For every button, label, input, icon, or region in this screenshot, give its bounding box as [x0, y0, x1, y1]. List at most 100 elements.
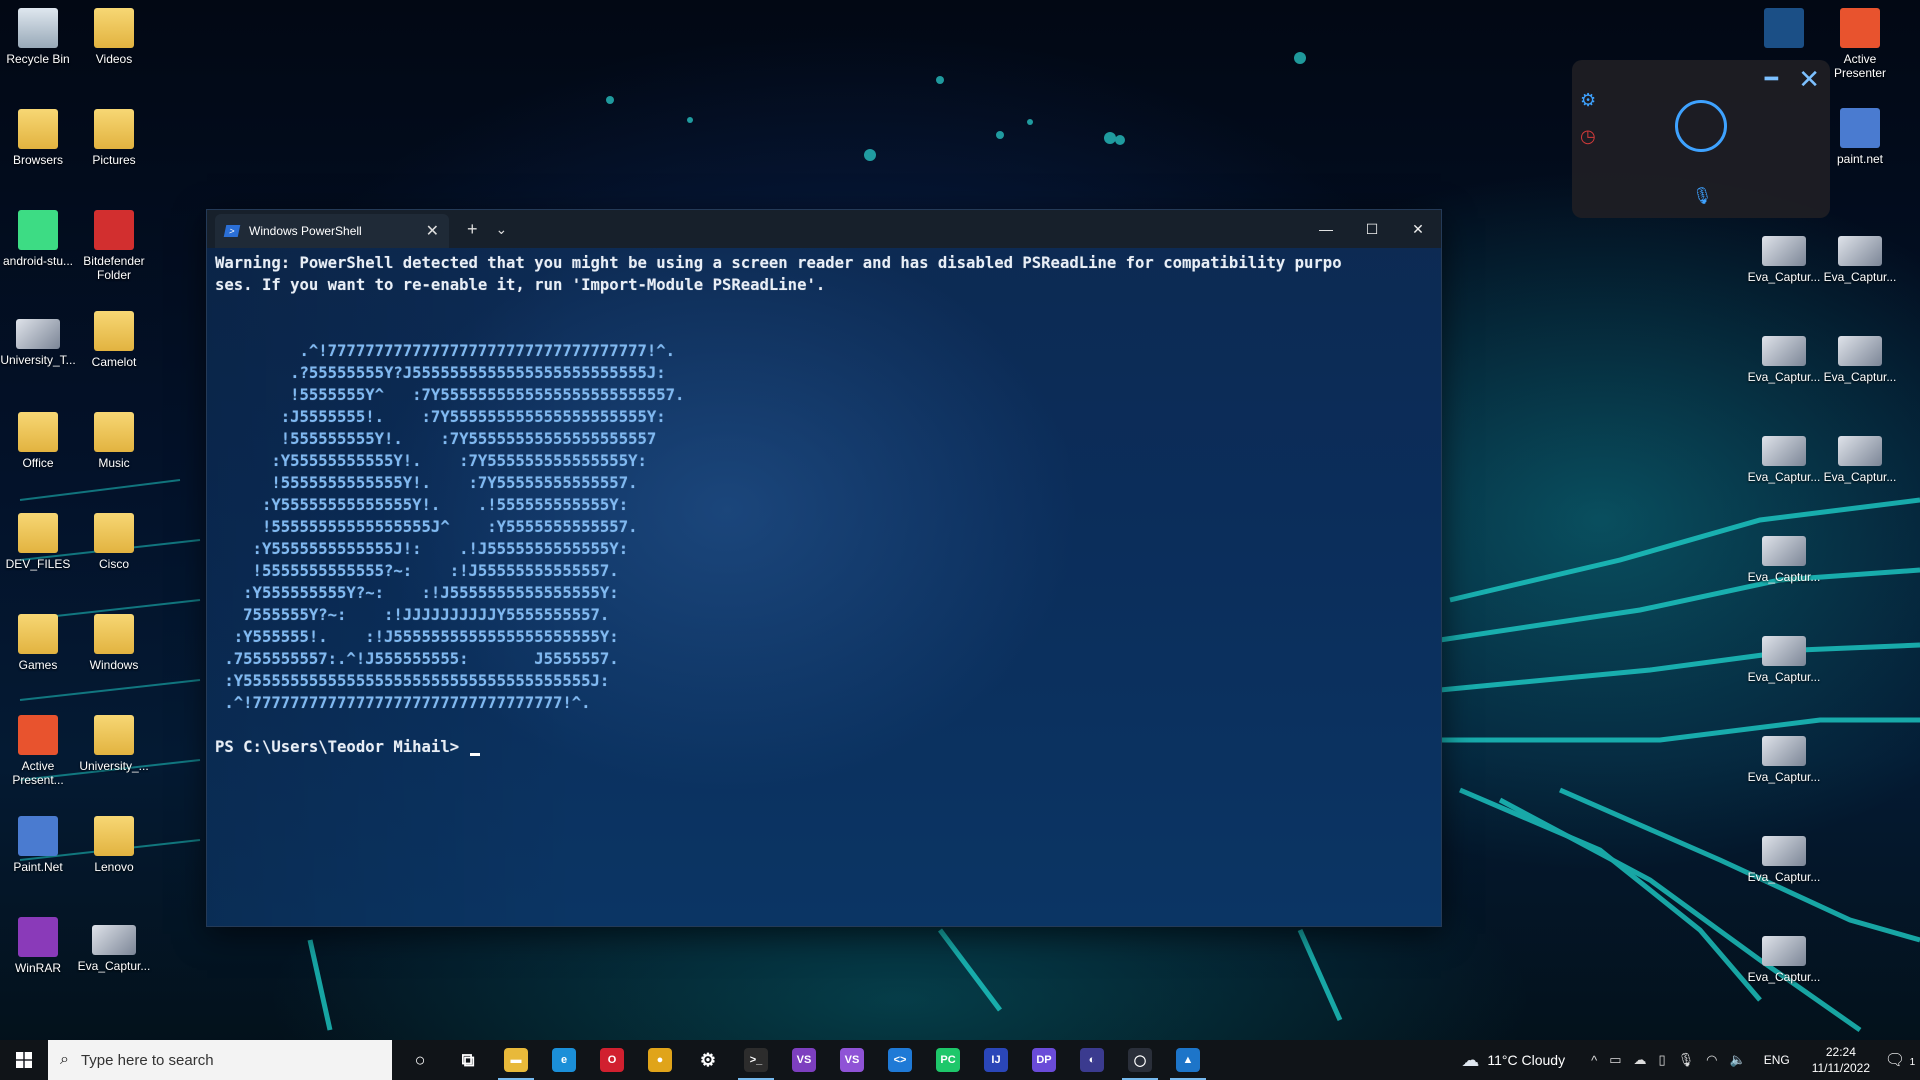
ascii-art-line: .^!777777777777777777777777777777777!^. — [215, 694, 591, 712]
desktop-icon[interactable]: Eva_Captur... — [1746, 428, 1822, 484]
clock-icon[interactable]: ◷ — [1580, 126, 1596, 147]
tab-dropdown-button[interactable]: ⌄ — [496, 221, 508, 238]
desktop-icon[interactable]: Eva_Captur... — [1746, 328, 1822, 384]
desktop-icon[interactable]: University_T... — [0, 311, 76, 367]
desktop-icon-label: Recycle Bin — [6, 52, 70, 66]
desktop-icon[interactable]: Windows — [76, 614, 152, 672]
desktop-icon-label: Eva_Captur... — [1823, 470, 1897, 484]
minimize-button[interactable]: — — [1303, 210, 1349, 248]
desktop-icon[interactable] — [1746, 8, 1822, 52]
assistant-ring-icon[interactable] — [1675, 100, 1727, 152]
ascii-art-logo: .^!7777777777777777777777777777777777!^.… — [215, 342, 684, 712]
desktop-icon[interactable]: Eva_Captur... — [1746, 828, 1822, 884]
desktop-icon[interactable]: Eva_Captur... — [1822, 228, 1898, 284]
desktop-icon[interactable]: Active Present... — [0, 715, 76, 787]
chrome-icon: ● — [648, 1048, 672, 1072]
folder-icon — [94, 8, 134, 48]
desktop-icon-label: Eva_Captur... — [1747, 470, 1821, 484]
taskbar-app-intellij[interactable]: IJ — [972, 1040, 1020, 1080]
gear-icon[interactable]: ⚙ — [1580, 90, 1596, 111]
file-thumbnail-icon — [1762, 336, 1806, 366]
taskbar-app-settings[interactable]: ⚙ — [684, 1040, 732, 1080]
desktop-icon[interactable]: Eva_Captur... — [1746, 228, 1822, 284]
desktop-icon[interactable]: Lenovo — [76, 816, 152, 874]
tab-close-icon[interactable]: ✕ — [426, 221, 439, 241]
show-hidden-icons-button[interactable]: ^ — [1591, 1053, 1597, 1068]
taskbar-app-file-explorer[interactable]: ▬ — [492, 1040, 540, 1080]
taskbar-app-opera[interactable]: O — [588, 1040, 636, 1080]
visual-studio-icon: VS — [792, 1048, 816, 1072]
taskbar-app-chrome[interactable]: ● — [636, 1040, 684, 1080]
search-box[interactable]: ⌕ Type here to search — [48, 1040, 392, 1080]
onedrive-icon[interactable]: ☁ — [1634, 1052, 1647, 1068]
tab-windows-powershell[interactable]: > Windows PowerShell ✕ — [215, 214, 449, 248]
search-icon: ⌕ — [60, 1051, 69, 1068]
desktop-icon[interactable]: Paint.Net — [0, 816, 76, 874]
desktop-icon[interactable]: Music — [76, 412, 152, 470]
taskbar-app-visual-studio-2[interactable]: VS — [828, 1040, 876, 1080]
taskbar-app-photos[interactable]: ▲ — [1164, 1040, 1212, 1080]
network-adapter-icon[interactable]: ▭ — [1609, 1052, 1621, 1068]
start-button[interactable] — [0, 1040, 48, 1080]
microphone-icon[interactable]: 🎙 — [1678, 1052, 1695, 1068]
taskbar-app-eclipse[interactable]: ◐ — [1068, 1040, 1116, 1080]
desktop-icon-label: Eva_Captur... — [1747, 670, 1821, 684]
desktop-icon[interactable]: android-stu... — [0, 210, 76, 268]
ascii-art-line: .7555555557:.^!J555555555: J5555557. — [215, 650, 619, 668]
taskbar-app-cortana[interactable]: ○ — [396, 1040, 444, 1080]
desktop-icon[interactable]: Active Presenter — [1822, 8, 1898, 80]
volume-icon[interactable]: 🔈 — [1730, 1052, 1746, 1068]
desktop-icon[interactable]: Browsers — [0, 109, 76, 167]
desktop-icon[interactable]: Cisco — [76, 513, 152, 571]
desktop-icon[interactable]: University_... — [76, 715, 152, 773]
taskbar-app-vs-code[interactable]: <> — [876, 1040, 924, 1080]
close-icon[interactable]: ✕ — [1798, 64, 1820, 95]
taskbar-app-task-view[interactable]: ⧉ — [444, 1040, 492, 1080]
desktop-icon[interactable]: Videos — [76, 8, 152, 66]
taskbar-app-pycharm[interactable]: PC — [924, 1040, 972, 1080]
desktop-icon[interactable]: WinRAR — [0, 917, 76, 975]
weather-widget[interactable]: ☁ 11°C Cloudy — [1461, 1050, 1565, 1071]
taskbar-app-visual-studio[interactable]: VS — [780, 1040, 828, 1080]
ascii-art-line: !5555555555555Y!. :7Y55555555555557. — [215, 474, 638, 492]
app-icon — [18, 715, 58, 755]
battery-icon[interactable]: ▯ — [1659, 1052, 1666, 1068]
desktop-icon[interactable]: Eva_Captur... — [1822, 328, 1898, 384]
close-button[interactable]: ✕ — [1395, 210, 1441, 248]
taskbar-app-dataspell[interactable]: DP — [1020, 1040, 1068, 1080]
desktop-icon[interactable]: Bitdefender Folder — [76, 210, 152, 282]
taskbar-app-edge[interactable]: e — [540, 1040, 588, 1080]
taskbar: ⌕ Type here to search ○ ⧉ ▬ e O ● ⚙ >_ VS VS <> PC I… — [0, 1040, 1920, 1080]
desktop-icon[interactable]: Eva_Captur... — [1746, 528, 1822, 584]
desktop-icon[interactable]: Eva_Captur... — [1822, 428, 1898, 484]
desktop-icon[interactable]: Office — [0, 412, 76, 470]
desktop-icon[interactable]: paint.net — [1822, 108, 1898, 166]
wifi-icon[interactable]: ◠ — [1706, 1052, 1717, 1068]
maximize-button[interactable]: ☐ — [1349, 210, 1395, 248]
ascii-art-line: :J5555555!. :7Y555555555555555555555Y: — [215, 408, 666, 426]
console-output[interactable]: Warning: PowerShell detected that you mi… — [207, 248, 1441, 762]
app-icon — [18, 816, 58, 856]
language-indicator[interactable]: ENG — [1764, 1053, 1790, 1067]
taskbar-app-terminal[interactable]: >_ — [732, 1040, 780, 1080]
desktop-icon-label: Pictures — [92, 153, 136, 167]
microphone-icon[interactable]: 🎙 — [1692, 186, 1712, 206]
minimize-icon[interactable]: ━ — [1765, 66, 1778, 92]
title-bar[interactable]: > Windows PowerShell ✕ + ⌄ — ☐ ✕ — [207, 210, 1441, 248]
desktop-icon[interactable]: Eva_Captur... — [1746, 728, 1822, 784]
desktop-icon[interactable]: Games — [0, 614, 76, 672]
desktop-icon[interactable]: Pictures — [76, 109, 152, 167]
desktop-icon[interactable]: Eva_Captur... — [1746, 928, 1822, 984]
notification-center-button[interactable]: 🗨 1 — [1880, 1050, 1920, 1070]
taskbar-app-active-window[interactable]: ◯ — [1116, 1040, 1164, 1080]
desktop-icon[interactable]: Camelot — [76, 311, 152, 369]
desktop-icon[interactable]: Eva_Captur... — [1746, 628, 1822, 684]
new-tab-button[interactable]: + — [467, 219, 478, 240]
desktop-icon-label: Eva_Captur... — [1747, 570, 1821, 584]
desktop-icon[interactable]: DEV_FILES — [0, 513, 76, 571]
file-thumbnail-icon — [1762, 636, 1806, 666]
desktop-icon[interactable]: Eva_Captur... — [76, 917, 152, 973]
clock[interactable]: 22:24 11/11/2022 — [1812, 1044, 1870, 1076]
desktop-icon[interactable]: Recycle Bin — [0, 8, 76, 66]
ascii-art-line: :Y555555555Y?~: :!J5555555555555555Y: — [215, 584, 619, 602]
